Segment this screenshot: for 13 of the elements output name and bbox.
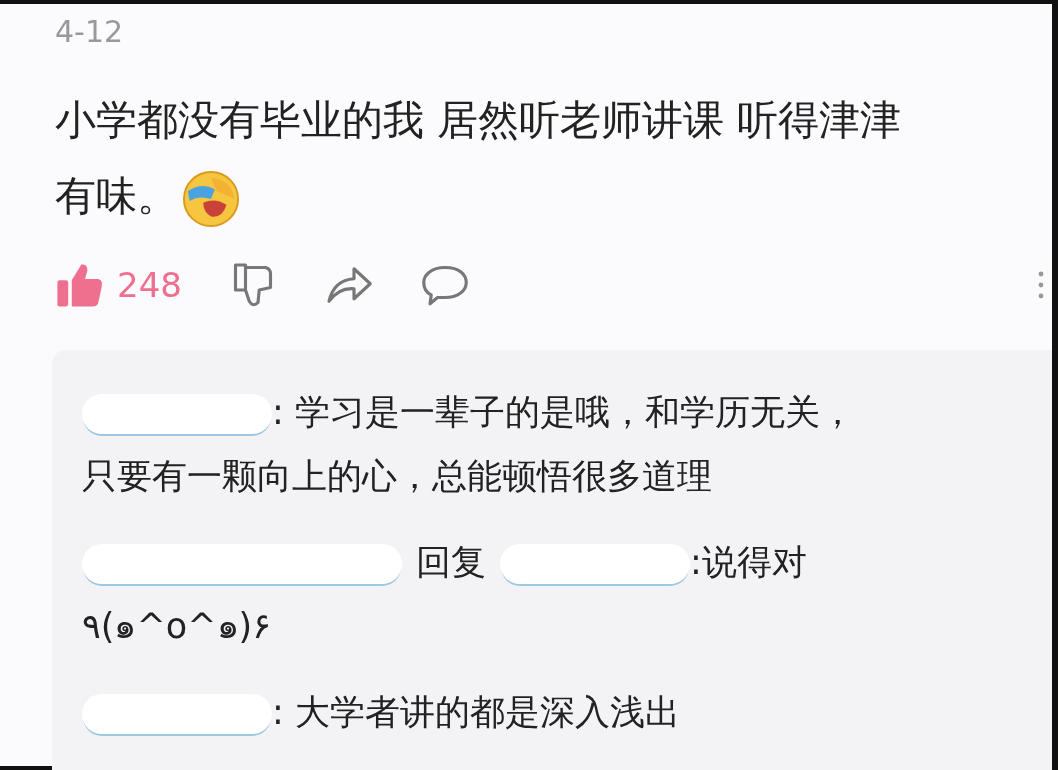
comment-text: 有味。: [55, 172, 178, 220]
reply-text: :说得对: [690, 542, 807, 582]
more-icon: [1038, 270, 1044, 300]
reply-text: : 学习是一辈子的是哦，和学历无关，: [272, 392, 855, 432]
emoji-icon: [182, 170, 240, 228]
comment-date: 4-12: [55, 13, 125, 51]
like-button[interactable]: 248: [55, 261, 182, 309]
reply-label: 回复: [416, 542, 486, 582]
comment-text: 小学都没有毕业的我 居然听老师讲课 听得津津: [55, 96, 902, 144]
reply-text: ٩(๑^o^๑)۶: [82, 606, 271, 646]
thumbs-up-icon: [55, 261, 103, 309]
reply-text: : 大学者讲的都是深入浅出: [272, 692, 680, 732]
reply-text: 只要有一颗向上的心，总能顿悟很多道理: [82, 456, 712, 496]
